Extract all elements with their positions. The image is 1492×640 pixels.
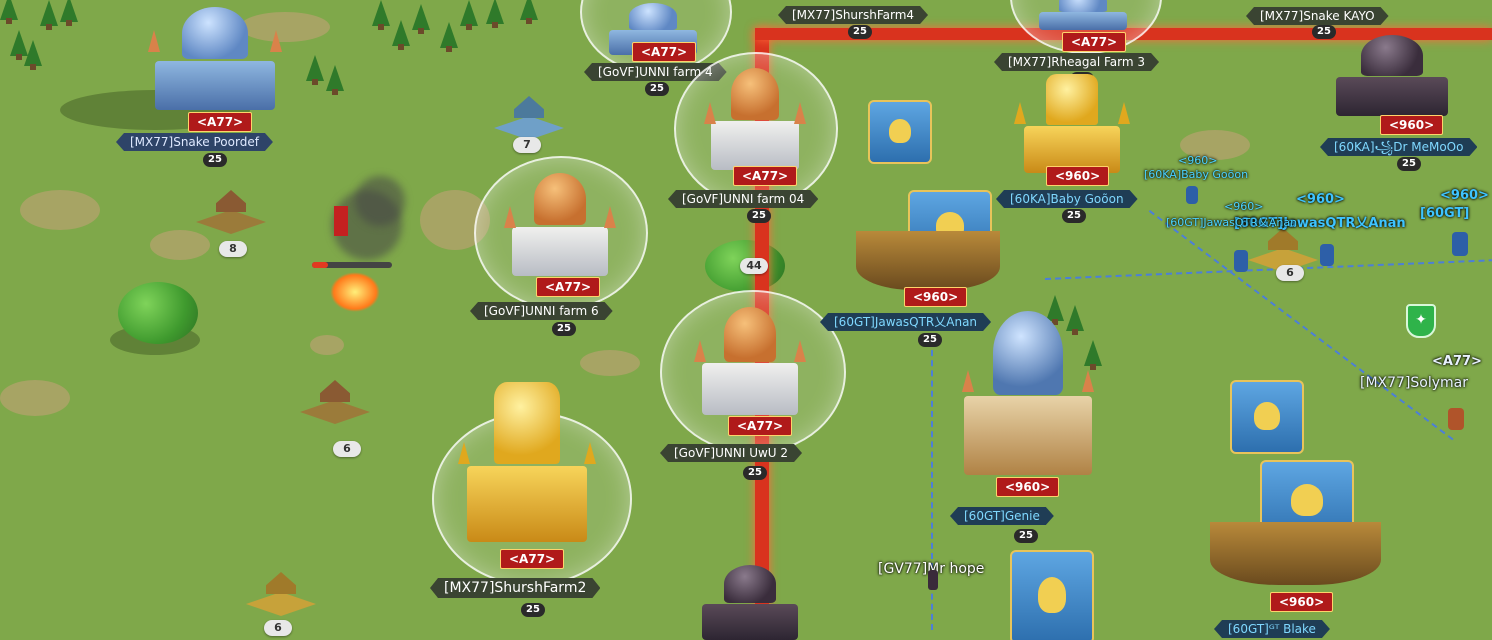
alliance-tag: <960> xyxy=(1270,592,1334,612)
city-name-label: [60GT]ᴳᵀ Blake xyxy=(1214,620,1330,638)
alliance-tag: <A77> xyxy=(188,112,253,132)
troop-label[interactable]: [60KA]Baby Goõon xyxy=(1144,168,1248,181)
castle-building xyxy=(452,372,602,542)
ship-castle xyxy=(848,80,1008,290)
city-level: 25 xyxy=(521,603,545,617)
ship-castle xyxy=(1200,360,1390,585)
tree xyxy=(392,20,410,50)
tree xyxy=(60,0,78,26)
city-name-label: [60KA]꧁Dr MeMoOo xyxy=(1320,138,1477,156)
alliance-tag: <960> xyxy=(996,477,1060,497)
tree xyxy=(440,22,458,52)
troop-unit[interactable] xyxy=(1234,250,1248,272)
dirt-patch xyxy=(310,335,344,355)
tree xyxy=(306,55,324,85)
city-name-label: [GoVF]UNNI UwU 2 xyxy=(660,444,802,462)
city-name-label: [60GT]Genie xyxy=(950,507,1054,525)
city-name-label: [GoVF]UNNI farm 04 xyxy=(668,190,818,208)
city-level: 25 xyxy=(918,333,942,347)
castle-building xyxy=(1012,68,1132,173)
resource-node[interactable] xyxy=(494,96,564,140)
city-name-label: [MX77]Solymar xyxy=(1360,375,1469,391)
health-bar xyxy=(312,262,392,268)
shield-icon: ✦ xyxy=(1406,304,1436,338)
alliance-tag: <960> xyxy=(1380,115,1444,135)
battle-icon[interactable] xyxy=(334,206,348,236)
castle-building xyxy=(1028,0,1138,30)
castle-building xyxy=(1322,30,1462,116)
castle-building[interactable] xyxy=(690,560,810,640)
troop-label[interactable]: [60GT] xyxy=(1420,206,1469,221)
castle-building xyxy=(700,62,810,170)
city-level: 25 xyxy=(743,466,767,480)
alliance-tag: <A77> xyxy=(728,416,793,436)
troop-tag: <960> xyxy=(1440,188,1489,203)
alliance-tag: <A77> xyxy=(733,166,798,186)
bush xyxy=(118,282,198,344)
alliance-tag: <A77> xyxy=(632,42,697,62)
troop-unit[interactable] xyxy=(928,570,938,590)
resource-level: 44 xyxy=(740,258,768,274)
dirt-patch xyxy=(0,380,70,416)
tree xyxy=(372,0,390,30)
castle-building xyxy=(690,300,810,415)
resource-level: 8 xyxy=(219,241,247,257)
resource-level: 6 xyxy=(1276,265,1304,281)
resource-node[interactable] xyxy=(300,380,370,424)
resource-level: 6 xyxy=(264,620,292,636)
city-level: 25 xyxy=(1397,157,1421,171)
city-name-label: [GoVF]UNNI farm 6 xyxy=(470,302,613,320)
troop-unit[interactable] xyxy=(1448,408,1464,430)
city-level: 25 xyxy=(552,322,576,336)
troop-tag: <960> xyxy=(1178,154,1218,167)
troop-tag: <960> xyxy=(1296,192,1345,207)
resource-node[interactable] xyxy=(196,190,266,234)
troop-unit[interactable] xyxy=(1320,244,1334,266)
dirt-patch xyxy=(150,230,210,260)
tree xyxy=(326,65,344,95)
castle-building xyxy=(948,300,1108,475)
city-name-label: [MX77]Snake Poordef xyxy=(116,133,273,151)
city-name-label: [MX77]Snake KAYO xyxy=(1246,7,1389,25)
city-name-label: [MX77]ShurshFarm4 xyxy=(778,6,928,24)
resource-level: 6 xyxy=(333,441,361,457)
city-level: 25 xyxy=(1062,209,1086,223)
health-bar-fill xyxy=(312,262,328,268)
ship-castle[interactable] xyxy=(970,530,1150,640)
tree xyxy=(40,0,58,30)
city-name-label: [MX77]ShurshFarm2 xyxy=(430,578,600,598)
city-level: 25 xyxy=(203,153,227,167)
tree xyxy=(460,0,478,30)
tree xyxy=(412,4,430,34)
dirt-patch xyxy=(20,190,100,230)
world-map[interactable]: <A77> [MX77]Snake Poordef 25 <A77> [GoVF… xyxy=(0,0,1492,640)
smoke-effect xyxy=(355,176,405,226)
alliance-tag: <A77> xyxy=(1432,354,1482,369)
tree xyxy=(486,0,504,28)
alliance-tag: <A77> xyxy=(536,277,601,297)
alliance-tag: <960> xyxy=(1046,166,1110,186)
city-level: 25 xyxy=(645,82,669,96)
troop-unit[interactable] xyxy=(1452,232,1468,256)
castle-building xyxy=(140,0,290,110)
tree xyxy=(520,0,538,24)
tree xyxy=(24,40,42,70)
city-level: 25 xyxy=(747,209,771,223)
alliance-tag: <A77> xyxy=(1062,32,1127,52)
fire-effect xyxy=(330,272,380,312)
resource-level: 7 xyxy=(513,137,541,153)
troop-label[interactable]: [60GT]JawasQTR乂Anan xyxy=(1166,214,1297,230)
alliance-tag: <A77> xyxy=(500,549,565,569)
city-level: 25 xyxy=(848,25,872,39)
tree xyxy=(0,0,18,24)
city-name-label: [60KA]Baby Goõon xyxy=(996,190,1138,208)
troop-tag: <960> xyxy=(1224,200,1264,213)
resource-node[interactable] xyxy=(246,572,316,616)
troop-unit[interactable] xyxy=(1186,186,1198,204)
castle-building xyxy=(500,166,620,276)
